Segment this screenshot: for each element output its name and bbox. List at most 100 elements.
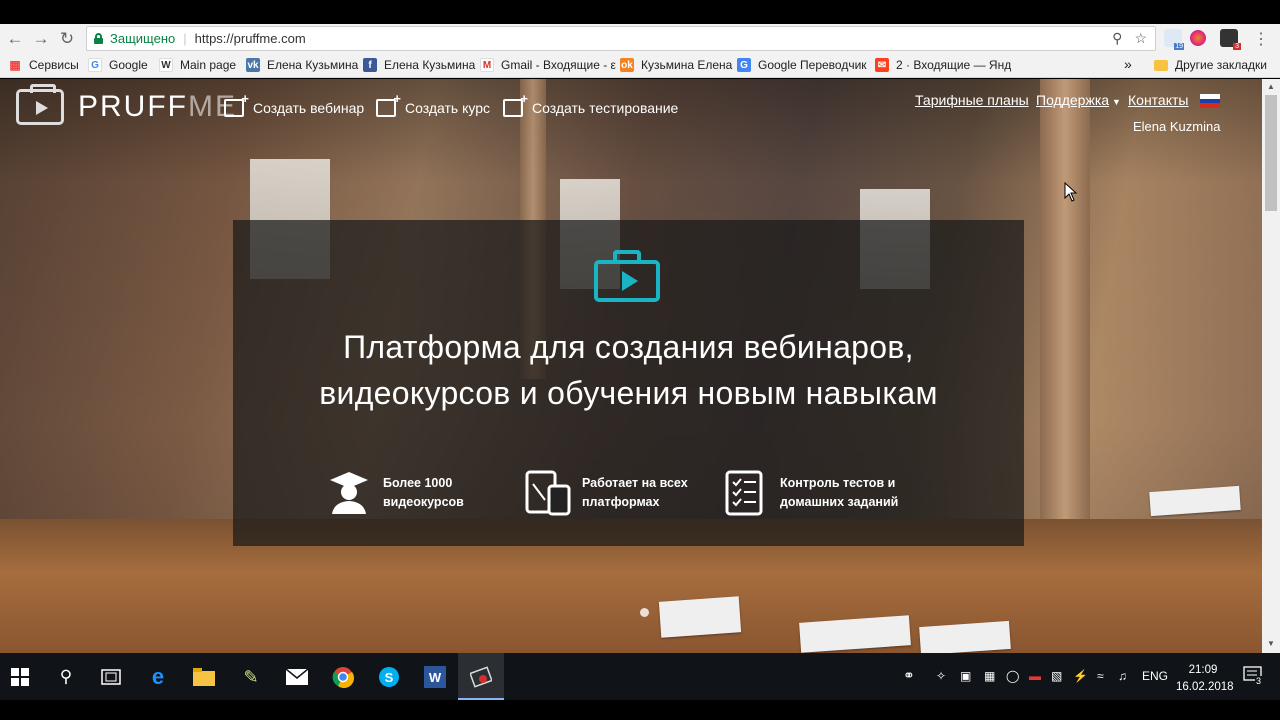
extension-badge: 3: [1233, 43, 1241, 50]
nav-create-test[interactable]: Создать тестирование: [503, 91, 678, 117]
feature-text: домашних заданий: [780, 495, 899, 509]
windows-start-icon[interactable]: [8, 665, 32, 689]
svg-text:W: W: [429, 670, 442, 685]
nav-contacts-link[interactable]: Контакты: [1128, 92, 1188, 108]
tray-security-icon[interactable]: ▦: [984, 669, 995, 683]
clock-date: 16.02.2018: [1176, 681, 1234, 693]
notification-count: 3: [1255, 676, 1263, 686]
feature-platforms: Работает на всех платформах: [525, 470, 688, 516]
tray-app-icon[interactable]: ✧: [936, 669, 946, 683]
people-icon[interactable]: ⚭: [903, 667, 915, 684]
task-view-icon[interactable]: [99, 665, 123, 689]
key-icon[interactable]: ⚲: [1112, 30, 1122, 47]
logo-text: PRUFFME: [78, 90, 237, 123]
extension-badge: 19: [1174, 43, 1184, 50]
scroll-down-arrow-icon[interactable]: ▼: [1267, 639, 1275, 648]
pen-app-icon[interactable]: ✎: [239, 665, 263, 689]
bookmark-gmail[interactable]: M Gmail - Входящие - ε: [480, 58, 616, 72]
site-logo[interactable]: PRUFFME: [16, 84, 237, 125]
omnibox-separator: |: [183, 31, 187, 46]
tray-mail-icon[interactable]: ▣: [960, 669, 971, 683]
chrome-icon[interactable]: [331, 665, 355, 689]
recorder-app-icon[interactable]: [469, 665, 493, 689]
tray-opera-icon[interactable]: ◯: [1006, 669, 1019, 683]
nav-label: Создать курс: [405, 100, 491, 116]
bookmark-label: 2 · Входящие — Янд: [896, 58, 1012, 72]
bookmark-facebook[interactable]: f Елена Кузьмина: [363, 58, 475, 72]
nav-create-course[interactable]: Создать курс: [376, 91, 491, 117]
skype-icon[interactable]: S: [377, 665, 401, 689]
bookmark-label: Кузьмина Елена: [641, 58, 733, 72]
bookmark-label: Gmail - Входящие - ε: [501, 58, 616, 72]
nav-support-dropdown[interactable]: Поддержка ▼: [1036, 92, 1121, 108]
checklist-icon: [723, 470, 769, 516]
star-icon[interactable]: ☆: [1134, 30, 1147, 47]
user-name[interactable]: Elena Kuzmina: [1133, 119, 1220, 134]
yandex-mail-icon: ✉: [875, 58, 889, 72]
caret-down-icon: ▼: [1112, 97, 1121, 107]
extension-calendar-icon[interactable]: 19: [1164, 29, 1184, 50]
action-center-icon[interactable]: 3: [1243, 666, 1263, 687]
address-bar[interactable]: Защищено | https://pruffme.com ⚲ ☆: [86, 26, 1156, 51]
bookmark-google[interactable]: G Google: [88, 58, 148, 72]
bookmark-label: Google Переводчик: [758, 58, 867, 72]
bookmark-ok[interactable]: ok Кузьмина Елена: [620, 58, 732, 72]
devices-icon: [525, 470, 571, 516]
create-test-icon: [503, 91, 528, 117]
wifi-icon[interactable]: ≈: [1097, 669, 1104, 683]
wikipedia-icon: W: [159, 58, 173, 72]
feature-tests: Контроль тестов и домашних заданий: [723, 470, 898, 516]
nav-create-webinar[interactable]: Создать вебинар: [224, 91, 365, 117]
mail-icon[interactable]: [285, 665, 309, 689]
tray-display-icon[interactable]: ▧: [1051, 669, 1062, 683]
vk-icon: vk: [246, 58, 260, 72]
scrollbar-thumb[interactable]: [1265, 95, 1277, 211]
nav-label: Создать вебинар: [253, 100, 365, 116]
clock[interactable]: 21:09 16.02.2018: [1176, 662, 1234, 696]
feature-text: видеокурсов: [383, 495, 464, 509]
hero-panel: Платформа для создания вебинаров, видеок…: [233, 220, 1024, 546]
edge-browser-icon[interactable]: e: [146, 664, 170, 689]
other-bookmarks-folder[interactable]: Другие закладки: [1154, 58, 1267, 72]
feature-text: Работает на всех: [582, 476, 688, 490]
tray-power-icon[interactable]: ⚡: [1073, 669, 1088, 683]
russian-flag-icon[interactable]: [1200, 94, 1220, 108]
bookmark-main-page[interactable]: W Main page: [159, 58, 236, 72]
extension-icon[interactable]: 3: [1220, 29, 1241, 50]
windows-taskbar: ⚲ e ✎ S W ⚭ ✧ ▣ ▦ ◯ ▬ ▧ ⚡ ≈ ♫ ENG 21:09 …: [0, 653, 1280, 700]
video-case-icon: [594, 250, 660, 302]
bookmark-label: Сервисы: [29, 58, 79, 72]
bookmarks-bar: ▦ Сервисы G Google W Main page vk Елена …: [0, 53, 1280, 78]
scroll-up-arrow-icon[interactable]: ▲: [1267, 82, 1275, 91]
reload-icon[interactable]: ↻: [56, 28, 78, 50]
bookmark-label: Google: [109, 58, 148, 72]
slider-dot[interactable]: [640, 608, 649, 617]
background-paper: [919, 620, 1011, 653]
volume-icon[interactable]: ♫: [1118, 669, 1127, 683]
page-scrollbar[interactable]: ▲ ▼: [1262, 79, 1280, 653]
top-black-strip: [0, 0, 1280, 24]
forward-arrow-icon[interactable]: →: [30, 28, 52, 50]
nav-pricing-link[interactable]: Тарифные планы: [915, 92, 1029, 108]
bookmark-label: Другие закладки: [1175, 58, 1267, 72]
tray-yandex-icon[interactable]: ▬: [1029, 669, 1041, 683]
hero-title: Платформа для создания вебинаров, видеок…: [233, 324, 1024, 416]
word-icon[interactable]: W: [423, 665, 447, 689]
back-arrow-icon[interactable]: ←: [4, 28, 26, 50]
bookmark-services[interactable]: ▦ Сервисы: [8, 58, 79, 72]
bookmark-vk[interactable]: vk Елена Кузьмина: [246, 58, 358, 72]
file-explorer-icon[interactable]: [192, 665, 216, 689]
feature-text: платформах: [582, 495, 660, 509]
translate-icon: G: [737, 58, 751, 72]
search-icon[interactable]: ⚲: [54, 665, 78, 689]
menu-dots-icon[interactable]: ⋮: [1250, 28, 1272, 50]
more-bookmarks-button[interactable]: »: [1124, 56, 1132, 72]
browser-toolbar: ← → ↻ Защищено | https://pruffme.com ⚲ ☆…: [0, 24, 1280, 53]
url-text[interactable]: https://pruffme.com: [195, 31, 306, 46]
language-indicator[interactable]: ENG: [1142, 669, 1168, 683]
instagram-icon[interactable]: [1190, 30, 1206, 46]
google-icon: G: [88, 58, 102, 72]
bookmark-yandex-mail[interactable]: ✉ 2 · Входящие — Янд: [875, 58, 1011, 72]
graduate-icon: [326, 470, 372, 516]
bookmark-translate[interactable]: G Google Переводчик: [737, 58, 867, 72]
